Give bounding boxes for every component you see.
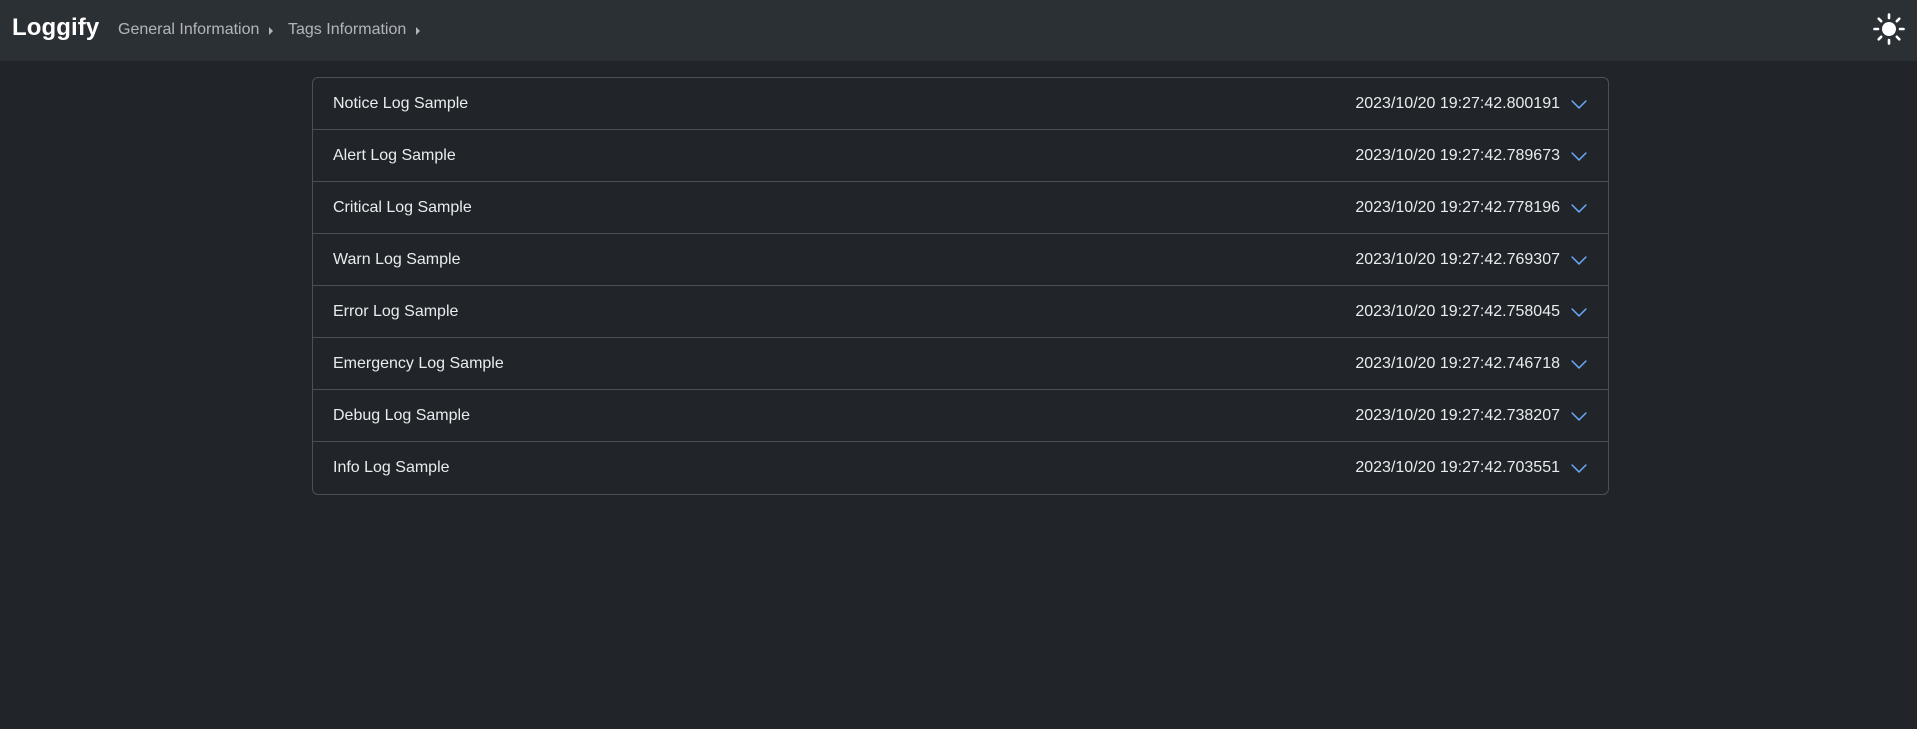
log-timestamp: 2023/10/20 19:27:42.778196 <box>1355 198 1560 216</box>
chevron-down-icon <box>1571 360 1587 369</box>
log-timestamp: 2023/10/20 19:27:42.746718 <box>1355 354 1560 372</box>
log-item-emergency[interactable]: Emergency Log Sample 2023/10/20 19:27:42… <box>313 338 1608 390</box>
log-item-info[interactable]: Info Log Sample 2023/10/20 19:27:42.7035… <box>313 442 1608 494</box>
log-timestamp: 2023/10/20 19:27:42.703551 <box>1355 459 1560 476</box>
log-timestamp: 2023/10/20 19:27:42.738207 <box>1355 406 1560 424</box>
log-title: Alert Log Sample <box>333 146 456 164</box>
log-item-alert[interactable]: Alert Log Sample 2023/10/20 19:27:42.789… <box>313 130 1608 182</box>
caret-right-icon <box>416 26 421 35</box>
log-title: Debug Log Sample <box>333 406 470 424</box>
chevron-down-icon <box>1571 152 1587 161</box>
theme-toggle-button[interactable] <box>1873 13 1905 45</box>
log-item-debug[interactable]: Debug Log Sample 2023/10/20 19:27:42.738… <box>313 390 1608 442</box>
nav-tags-information-label: Tags Information <box>288 21 407 38</box>
nav-general-information[interactable]: General Information <box>118 20 274 40</box>
top-navbar: Loggify General Information Tags Informa… <box>0 0 1917 61</box>
nav-general-information-label: General Information <box>118 21 260 38</box>
caret-right-icon <box>269 26 274 35</box>
log-timestamp: 2023/10/20 19:27:42.758045 <box>1355 302 1560 320</box>
chevron-down-icon <box>1571 256 1587 265</box>
log-timestamp: 2023/10/20 19:27:42.800191 <box>1355 94 1560 112</box>
log-timestamp: 2023/10/20 19:27:42.769307 <box>1355 250 1560 268</box>
log-title: Notice Log Sample <box>333 94 469 112</box>
chevron-down-icon <box>1571 308 1587 317</box>
log-title: Critical Log Sample <box>333 198 472 216</box>
sun-icon <box>1873 13 1905 45</box>
nav-tags-information[interactable]: Tags Information <box>288 20 421 40</box>
log-item-warn[interactable]: Warn Log Sample 2023/10/20 19:27:42.7693… <box>313 234 1608 286</box>
chevron-down-icon <box>1571 100 1587 109</box>
chevron-down-icon <box>1571 464 1587 473</box>
log-title: Warn Log Sample <box>333 250 461 268</box>
log-item-error[interactable]: Error Log Sample 2023/10/20 19:27:42.758… <box>313 286 1608 338</box>
app-brand[interactable]: Loggify <box>12 13 99 43</box>
log-accordion: Notice Log Sample 2023/10/20 19:27:42.80… <box>312 77 1609 495</box>
chevron-down-icon <box>1571 204 1587 213</box>
log-title: Info Log Sample <box>333 459 450 476</box>
log-title: Emergency Log Sample <box>333 354 504 372</box>
chevron-down-icon <box>1571 412 1587 421</box>
log-title: Error Log Sample <box>333 302 459 320</box>
log-item-notice[interactable]: Notice Log Sample 2023/10/20 19:27:42.80… <box>313 78 1608 130</box>
log-timestamp: 2023/10/20 19:27:42.789673 <box>1355 146 1560 164</box>
log-item-critical[interactable]: Critical Log Sample 2023/10/20 19:27:42.… <box>313 182 1608 234</box>
